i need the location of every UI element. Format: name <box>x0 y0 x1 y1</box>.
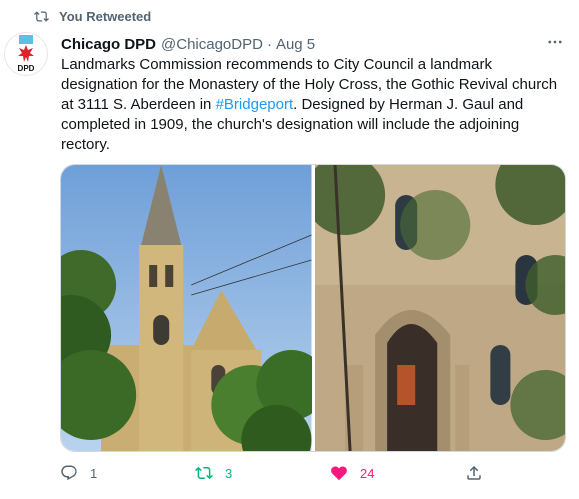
media-photo-church[interactable] <box>61 165 312 451</box>
hashtag-link[interactable]: #Bridgeport <box>216 96 294 113</box>
reply-count: 1 <box>90 465 98 481</box>
header-separator: · <box>266 35 272 53</box>
retweet-icon <box>195 466 213 480</box>
author-name[interactable]: Chicago DPD <box>61 36 156 53</box>
tweet-actions: 1 3 24 <box>60 462 579 484</box>
church-image <box>61 165 312 451</box>
tweet-header: Chicago DPD @ChicagoDPD · Aug 5 <box>61 34 567 54</box>
reply-button[interactable]: 1 <box>60 462 97 484</box>
avatar[interactable]: DPD <box>4 32 48 76</box>
tweet-text: Landmarks Commission recommends to City … <box>61 55 567 155</box>
like-count: 24 <box>360 465 375 481</box>
chicago-star-logo: DPD <box>18 35 35 73</box>
rectory-image <box>314 165 565 451</box>
media-photo-rectory[interactable] <box>314 165 565 451</box>
more-icon <box>548 40 562 44</box>
more-options-button[interactable] <box>543 32 567 52</box>
retweet-banner: You Retweeted <box>34 6 151 26</box>
like-button[interactable]: 24 <box>330 462 374 484</box>
retweet-count: 3 <box>225 465 233 481</box>
retweet-banner-label: You Retweeted <box>59 8 152 24</box>
heart-icon <box>331 466 347 481</box>
tweet-date[interactable]: Aug 5 <box>276 36 315 53</box>
retweet-icon <box>34 10 49 22</box>
retweet-button[interactable]: 3 <box>195 462 232 484</box>
reply-icon <box>61 465 77 481</box>
tweet-media <box>60 164 566 452</box>
avatar-label: DPD <box>18 64 35 73</box>
author-handle[interactable]: @ChicagoDPD <box>161 36 263 53</box>
share-button[interactable] <box>465 462 495 484</box>
share-icon <box>467 465 481 480</box>
